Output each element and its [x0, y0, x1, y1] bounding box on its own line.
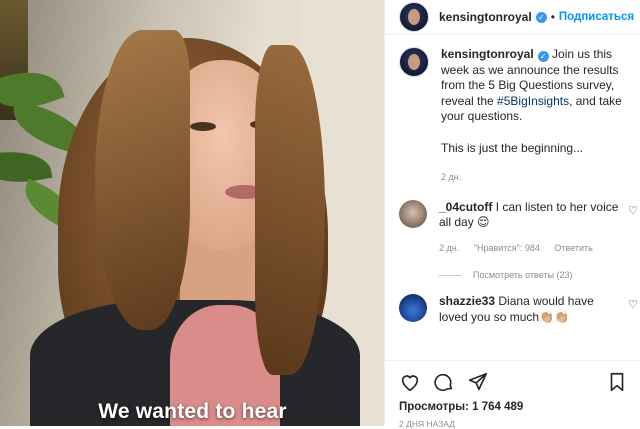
comment-like-heart-icon[interactable]: ♡: [628, 204, 638, 217]
verified-badge-icon: ✓: [535, 11, 547, 23]
caption-text: kensingtonroyal ✓ Join us this week as we…: [441, 47, 626, 186]
commenter-avatar[interactable]: [399, 199, 427, 228]
view-replies-button[interactable]: Посмотреть ответы (23): [439, 270, 640, 280]
post-video[interactable]: We wanted to hear: [0, 0, 384, 426]
left-eye: [190, 122, 216, 131]
instagram-post: We wanted to hear kensingtonroyal ✓ • По…: [0, 0, 640, 429]
post-caption: kensingtonroyal ✓ Join us this week as we…: [385, 35, 640, 186]
commenter-username[interactable]: shazzie33: [439, 294, 495, 308]
post-header: kensingtonroyal ✓ • Подписаться: [385, 0, 640, 35]
commenter-username[interactable]: _04cutoff: [439, 200, 492, 214]
caption-username[interactable]: kensingtonroyal: [441, 47, 534, 61]
hair-strand-left: [95, 30, 190, 330]
post-actions: Просмотры: 1 764 489 2 ДНЯ НАЗАД: [385, 360, 640, 429]
views-count: Просмотры: 1 764 489: [399, 401, 524, 413]
comment-icon[interactable]: [433, 371, 455, 393]
video-subtitle: We wanted to hear: [98, 400, 287, 423]
share-icon[interactable]: [467, 371, 489, 393]
hair-strand-right: [255, 45, 325, 375]
caption-avatar[interactable]: [399, 47, 429, 77]
view-replies-label: Посмотреть ответы (23): [473, 270, 573, 280]
replies-line: [439, 274, 461, 276]
comment-likes[interactable]: "Нравится": 984: [474, 243, 540, 253]
action-icons: [385, 371, 640, 393]
comment-body: _04cutoff I can listen to her voice all …: [439, 200, 619, 257]
reply-button[interactable]: Ответить: [554, 243, 592, 253]
header-username[interactable]: kensingtonroyal: [439, 10, 532, 24]
comment-time: 2 дн.: [439, 242, 460, 253]
comment-body: shazzie33 Diana would have loved you so …: [439, 294, 619, 325]
heart-icon[interactable]: [399, 371, 421, 393]
commenter-avatar[interactable]: [399, 294, 427, 322]
avatar[interactable]: [399, 2, 429, 32]
post-timestamp: 2 ДНЯ НАЗАД: [399, 419, 456, 429]
follow-button[interactable]: Подписаться: [559, 11, 634, 23]
verified-badge-icon: ✓: [537, 51, 549, 62]
comment-like-heart-icon[interactable]: ♡: [628, 298, 638, 311]
caption-time: 2 дн.: [441, 172, 462, 182]
bookmark-icon[interactable]: [606, 371, 628, 393]
post-sidebar: kensingtonroyal ✓ • Подписаться kensingt…: [384, 0, 640, 429]
caption-paragraph: This is just the beginning...: [441, 140, 584, 155]
comment: shazzie33 Diana would have loved you so …: [385, 294, 640, 325]
comment-meta: 2 дн. "Нравится": 984 Ответить: [439, 241, 619, 257]
hashtag-link[interactable]: #5BigInsights: [497, 94, 569, 108]
separator-dot: •: [550, 10, 555, 24]
comment: _04cutoff I can listen to her voice all …: [385, 199, 640, 257]
